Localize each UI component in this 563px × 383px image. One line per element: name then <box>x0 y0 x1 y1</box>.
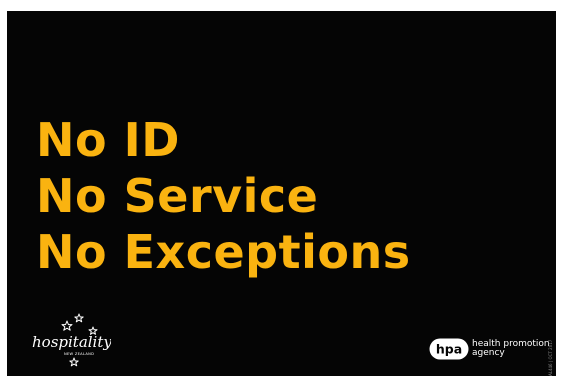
hpa-mark-text: hpa <box>436 342 462 357</box>
headline: No ID No Service No Exceptions <box>36 112 411 280</box>
hospitality-tagline: NEW ZEALAND <box>64 352 94 356</box>
hpa-mark-icon: hpa <box>429 338 469 360</box>
poster: No ID No Service No Exceptions hospitali… <box>7 11 556 376</box>
hpa-text: health promotion agency <box>472 340 550 358</box>
hospitality-nz-logo: hospitality NEW ZEALAND <box>31 311 112 371</box>
stars-icon: hospitality NEW ZEALAND <box>32 313 112 367</box>
headline-line-1: No ID <box>36 113 180 167</box>
reference-code: AL446 | OCT 2017 <box>548 339 553 376</box>
headline-line-3: No Exceptions <box>36 225 411 279</box>
hospitality-wordmark: hospitality <box>32 333 111 351</box>
hpa-line-2: agency <box>472 348 505 358</box>
headline-line-2: No Service <box>36 169 319 223</box>
health-promotion-agency-logo: hpa health promotion agency <box>429 335 550 363</box>
